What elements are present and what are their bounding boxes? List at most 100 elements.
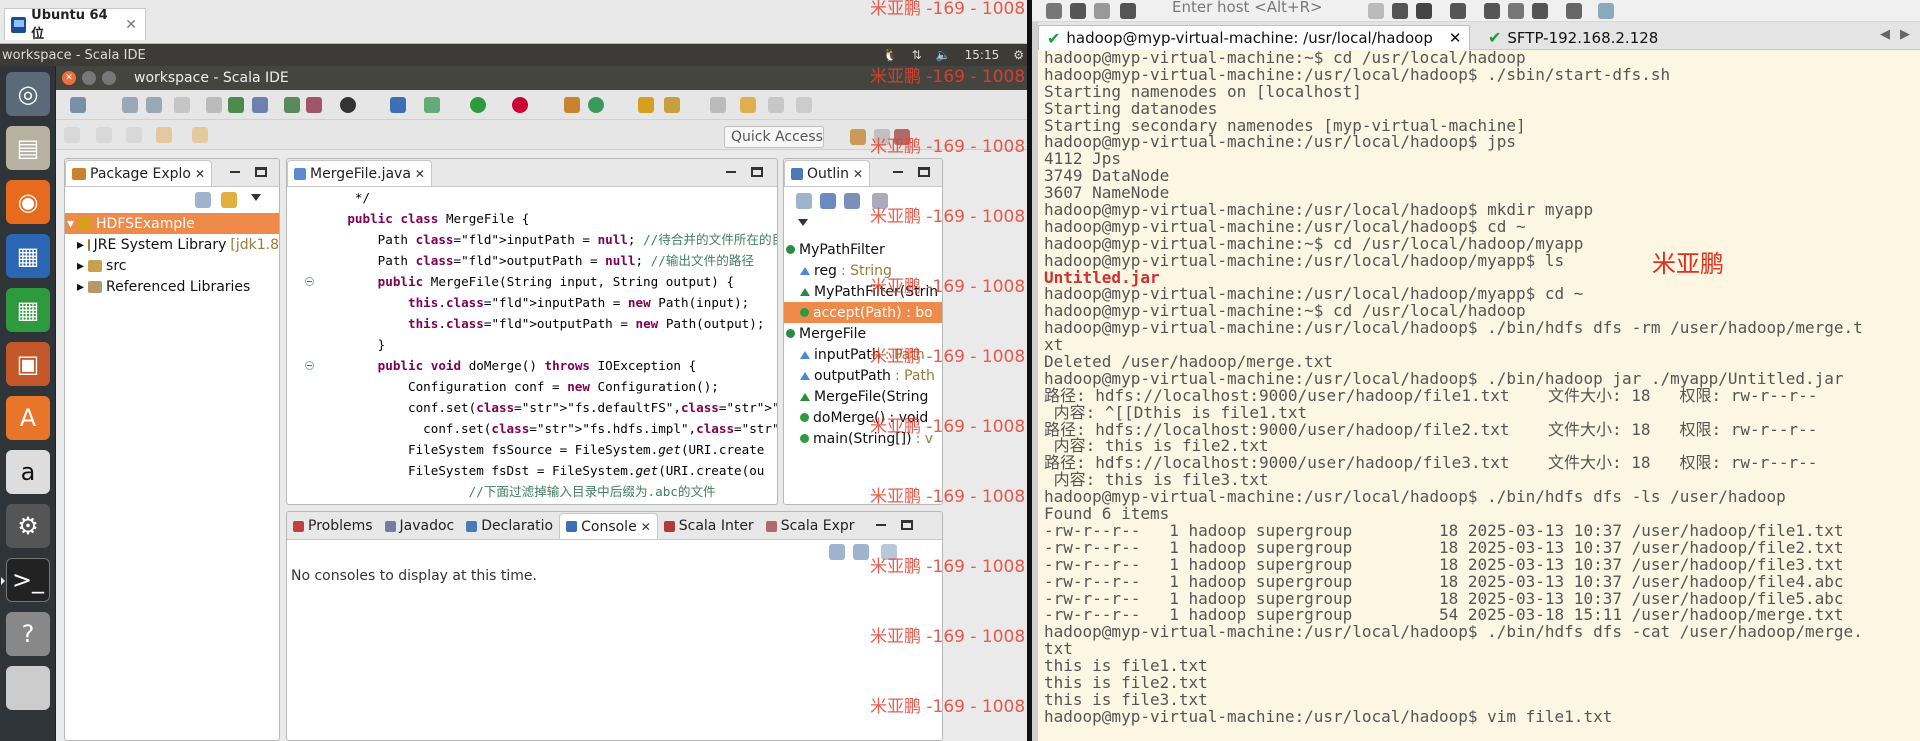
tree-item-referenced-libraries[interactable]: ▸ Referenced Libraries <box>65 276 279 297</box>
outline-item[interactable]: MyPathFilter <box>784 239 942 260</box>
amazon-icon[interactable]: a <box>6 450 50 494</box>
minimize-icon[interactable] <box>875 520 887 530</box>
new-package-icon[interactable] <box>588 97 604 113</box>
screenshot-icon[interactable] <box>1598 3 1614 19</box>
close-icon[interactable]: ✕ <box>125 17 137 33</box>
gear-icon[interactable] <box>1484 3 1500 19</box>
tab-scala-inter[interactable]: Scala Inter <box>658 513 760 539</box>
code-line[interactable]: Path class="fld">outputPath = null; //输出… <box>287 250 777 271</box>
expand-arrow-icon[interactable]: ▸ <box>77 279 84 295</box>
display-console-icon[interactable] <box>853 544 869 560</box>
forward-icon[interactable] <box>192 127 208 143</box>
maximize-window-icon[interactable] <box>102 71 116 85</box>
software-center-icon[interactable]: A <box>6 396 50 440</box>
link-icon[interactable] <box>1120 3 1136 19</box>
tab-mergefile-java[interactable]: MergeFile.java ✕ <box>287 160 432 186</box>
code-line[interactable]: Path class="fld">inputPath = null; //待合并… <box>287 229 777 250</box>
find-icon[interactable] <box>1416 3 1432 19</box>
close-window-icon[interactable]: ✕ <box>62 71 76 85</box>
outline-item[interactable]: main(String[]) : v <box>784 428 942 449</box>
settings-icon[interactable] <box>1046 3 1062 19</box>
next-annotation-icon[interactable] <box>64 127 80 143</box>
tab-outline[interactable]: Outlin ✕ <box>784 160 871 186</box>
writer-icon[interactable]: ▦ <box>6 234 50 278</box>
maximize-icon[interactable] <box>901 520 913 530</box>
calc-icon[interactable]: ▦ <box>6 288 50 332</box>
open-type-icon[interactable] <box>284 97 300 113</box>
code-line[interactable]: conf.set(class="str">"fs.hdfs.impl",clas… <box>287 418 777 439</box>
search-icon[interactable] <box>664 97 680 113</box>
new-java-project-icon[interactable] <box>564 97 580 113</box>
ubuntu-logo-icon[interactable]: ◎ <box>6 72 50 116</box>
fold-toggle-icon[interactable] <box>305 361 314 370</box>
close-icon[interactable]: ✕ <box>415 167 425 181</box>
tree-item-jre[interactable]: ▸ JRE System Library [jdk1.8 <box>65 234 279 255</box>
java-perspective-icon[interactable] <box>874 129 890 145</box>
last-edit-icon[interactable] <box>126 127 142 143</box>
tasks-icon[interactable] <box>228 97 244 113</box>
files-icon[interactable]: ▤ <box>6 126 50 170</box>
outline-item[interactable]: MyPathFilter(Strin <box>784 281 942 302</box>
gear-icon[interactable]: ⚙ <box>1013 48 1024 62</box>
settings-icon[interactable]: ⚙ <box>6 504 50 548</box>
close-icon[interactable]: ✕ <box>1449 29 1462 47</box>
open-folder-icon[interactable] <box>638 97 654 113</box>
minimize-icon[interactable] <box>725 167 737 177</box>
disc-icon[interactable] <box>6 666 50 710</box>
save-all-icon[interactable] <box>146 97 162 113</box>
code-line[interactable]: public void doMerge() throws IOException… <box>287 355 777 376</box>
lightning-icon[interactable] <box>1070 3 1086 19</box>
collapse-all-icon[interactable] <box>796 193 812 209</box>
code-line[interactable]: this.class="fld">outputPath = new Path(o… <box>287 313 777 334</box>
code-line[interactable]: conf.set(class="str">"fs.defaultFS",clas… <box>287 397 777 418</box>
tab-sftp[interactable]: ✔ SFTP-192.168.2.128 <box>1480 25 1666 50</box>
minimize-icon[interactable] <box>892 167 904 177</box>
code-line[interactable]: //下面过滤掉输入目录中后缀为.abc的文件 <box>287 481 777 502</box>
close-icon[interactable]: ✕ <box>641 520 651 534</box>
tab-scroll-left-icon[interactable]: ◀ <box>1880 27 1890 42</box>
external-tools-icon[interactable] <box>512 97 528 113</box>
terminal-scrollbar[interactable] <box>1032 22 1038 741</box>
tab-console[interactable]: Console ✕ <box>559 513 658 539</box>
minimize-window-icon[interactable] <box>82 71 96 85</box>
tab-ssh-session[interactable]: ✔ hadoop@myp-virtual-machine: /usr/local… <box>1038 25 1471 50</box>
quick-access-input[interactable]: Quick Access <box>724 126 824 148</box>
pin-icon[interactable] <box>390 97 406 113</box>
sort-icon[interactable] <box>820 193 836 209</box>
tree-item-src[interactable]: ▸ src <box>65 255 279 276</box>
outline-item[interactable]: inputPath : Path <box>784 344 942 365</box>
volume-icon[interactable]: 🔈 <box>936 48 951 62</box>
expand-arrow-icon[interactable]: ▸ <box>77 237 84 253</box>
view-menu-icon[interactable] <box>798 219 808 226</box>
tux-icon[interactable]: 🐧 <box>883 48 898 62</box>
terminal-icon[interactable]: >_ <box>1 558 50 602</box>
new-icon[interactable] <box>70 97 86 113</box>
maximize-icon[interactable] <box>751 167 763 177</box>
impress-icon[interactable]: ▣ <box>6 342 50 386</box>
print-icon[interactable] <box>1450 3 1466 19</box>
vm-tab[interactable]: Ubuntu 64 位 ✕ <box>4 8 146 42</box>
link-editor-icon[interactable] <box>221 192 237 208</box>
debug-icon[interactable] <box>424 97 440 113</box>
outline-item[interactable]: accept(Path) : bo <box>784 302 942 323</box>
close-icon[interactable]: ✕ <box>853 167 863 181</box>
code-line[interactable]: FileSystem fsDst = FileSystem.get(URI.cr… <box>287 460 777 481</box>
paste-icon[interactable] <box>1392 3 1408 19</box>
minimize-icon[interactable] <box>229 167 241 177</box>
open-perspective-icon[interactable] <box>850 129 866 145</box>
tab-javadoc[interactable]: Javadoc <box>379 513 461 539</box>
tree-item-project[interactable]: ▾ HDFSExample <box>65 213 279 234</box>
scala-icon[interactable] <box>306 97 322 113</box>
code-line[interactable]: } <box>287 334 777 355</box>
outline-item[interactable]: doMerge() : void <box>784 407 942 428</box>
pencil-icon[interactable] <box>740 97 756 113</box>
code-area[interactable]: */ public class MergeFile { Path class="… <box>287 187 777 504</box>
outline-item[interactable]: MergeFile <box>784 323 942 344</box>
fold-toggle-icon[interactable] <box>305 277 314 286</box>
hide-fields-icon[interactable] <box>844 193 860 209</box>
outline-item[interactable]: MergeFile(String <box>784 386 942 407</box>
code-line[interactable]: this.class="fld">inputPath = new Path(in… <box>287 292 777 313</box>
collapse-all-icon[interactable] <box>195 192 211 208</box>
toggle-icon[interactable] <box>206 97 222 113</box>
scala-perspective-icon[interactable] <box>894 129 910 145</box>
